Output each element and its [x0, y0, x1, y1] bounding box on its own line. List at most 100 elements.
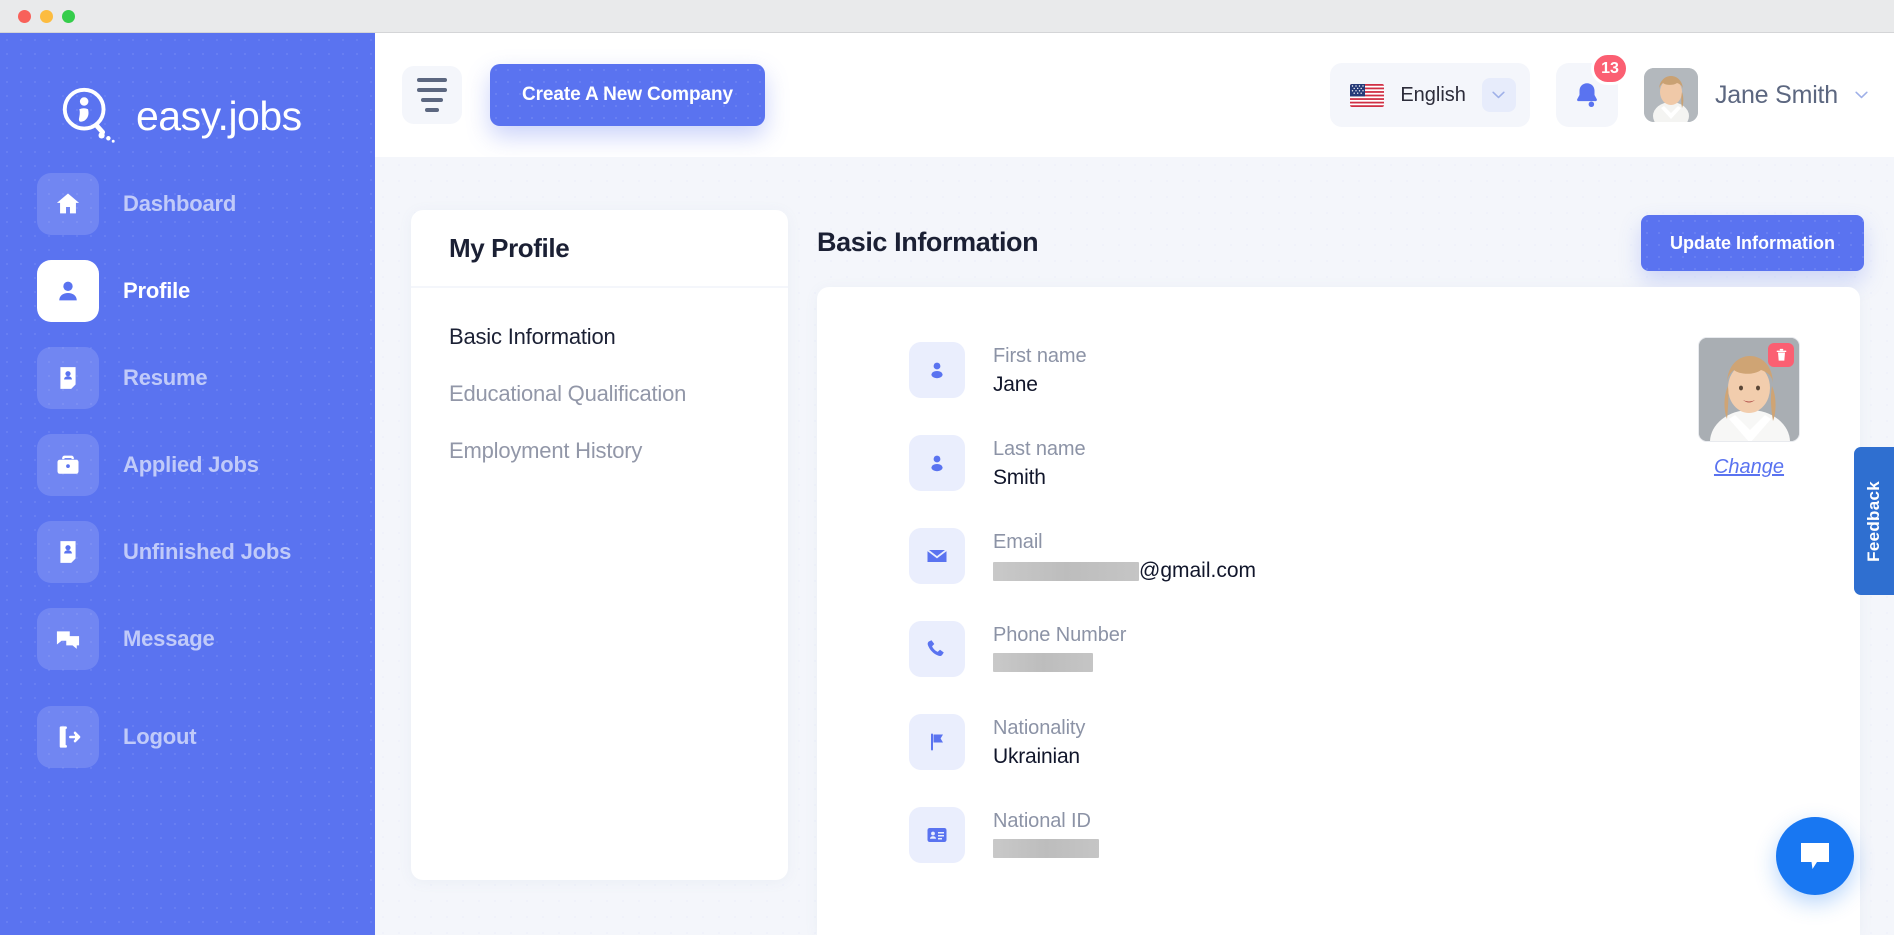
- sidebar-nav: Dashboard Profile Resume Applied Jobs Un…: [0, 173, 375, 695]
- sidebar-item-label: Message: [123, 626, 215, 651]
- language-selector[interactable]: English: [1330, 63, 1530, 127]
- field-nationality: Nationality Ukrainian: [909, 714, 1609, 770]
- hamburger-line: [417, 88, 447, 92]
- redacted-email-local-part: [993, 561, 1139, 581]
- field-label: Phone Number: [993, 624, 1127, 646]
- sidebar-item-label: Unfinished Jobs: [123, 539, 292, 564]
- field-label: National ID: [993, 810, 1091, 832]
- field-text: Last name Smith: [993, 435, 1086, 490]
- delete-photo-button[interactable]: [1768, 343, 1794, 367]
- page-title: My Profile: [449, 232, 570, 263]
- user-name: Jane Smith: [1714, 80, 1838, 109]
- field-text: First name Jane: [993, 342, 1087, 397]
- field-text: Nationality Ukrainian: [993, 714, 1085, 769]
- profile-nav-educational-qualification[interactable]: Educational Qualification: [449, 381, 788, 407]
- profile-section-nav: Basic Information Educational Qualificat…: [411, 288, 788, 464]
- create-new-company-button[interactable]: Create A New Company: [490, 64, 765, 126]
- sidebar-item-label: Resume: [123, 365, 208, 390]
- field-email: Email @gmail.com: [909, 528, 1609, 584]
- chat-bubble-icon: [1801, 843, 1829, 869]
- close-window-button[interactable]: [18, 10, 31, 23]
- logout-icon: [37, 706, 99, 768]
- id-card-icon: [909, 807, 965, 863]
- avatar: [1643, 68, 1698, 122]
- maximize-window-button[interactable]: [62, 10, 75, 23]
- brand-name: easy.jobs: [136, 92, 302, 139]
- redacted-national-id: [993, 839, 1099, 858]
- sidebar-item-label: Logout: [123, 724, 197, 749]
- window-titlebar: [0, 0, 1894, 33]
- basic-information-card: First name Jane Last name Smith Email @g…: [817, 287, 1860, 935]
- field-text: National ID: [993, 807, 1099, 862]
- update-information-button[interactable]: Update Information: [1641, 215, 1864, 271]
- field-text: Phone Number: [993, 621, 1126, 676]
- field-value: Smith: [993, 466, 1046, 489]
- flag-icon: [909, 714, 965, 770]
- section-title: Basic Information: [817, 227, 1039, 257]
- sidebar-item-resume[interactable]: Resume: [0, 347, 375, 409]
- user-menu[interactable]: Jane Smith: [1643, 68, 1868, 122]
- resume-icon: [37, 347, 99, 409]
- envelope-icon: [909, 528, 965, 584]
- sidebar-item-label: Applied Jobs: [123, 452, 259, 477]
- sidebar-item-label: Dashboard: [123, 191, 237, 216]
- sidebar-item-profile[interactable]: Profile: [0, 260, 375, 322]
- hamburger-line: [421, 98, 443, 102]
- profile-photo-block: Change: [1698, 337, 1800, 479]
- field-first-name: First name Jane: [909, 342, 1609, 398]
- topbar: Create A New Company English 13 Jane Smi…: [375, 33, 1894, 157]
- chat-widget-button[interactable]: [1776, 817, 1854, 895]
- user-icon: [909, 342, 965, 398]
- fields-list: First name Jane Last name Smith Email @g…: [909, 342, 1609, 900]
- notifications: 13: [1555, 52, 1629, 127]
- us-flag-icon: [1350, 83, 1385, 107]
- feedback-tab[interactable]: Feedback: [1854, 447, 1894, 595]
- field-text: Email @gmail.com: [993, 528, 1256, 583]
- field-label: First name: [993, 345, 1087, 367]
- profile-sidebar-card: My Profile Basic Information Educational…: [411, 210, 788, 880]
- user-icon: [909, 435, 965, 491]
- field-value-row: [993, 838, 1099, 862]
- sidebar-item-dashboard[interactable]: Dashboard: [0, 173, 375, 235]
- hamburger-line: [417, 78, 447, 82]
- notification-count-badge: 13: [1591, 52, 1629, 85]
- hamburger-icon[interactable]: [402, 66, 462, 124]
- sidebar-item-unfinished-jobs[interactable]: Unfinished Jobs: [0, 521, 375, 583]
- window-controls: [18, 10, 75, 23]
- chevron-down-icon[interactable]: [1855, 91, 1868, 99]
- chat-bubbles-icon: [37, 608, 99, 670]
- sidebar-item-label: Profile: [123, 278, 191, 303]
- user-icon: [37, 260, 99, 322]
- field-label: Nationality: [993, 717, 1086, 739]
- minimize-window-button[interactable]: [40, 10, 53, 23]
- sidebar-item-logout[interactable]: Logout: [0, 706, 375, 768]
- redacted-phone-number: [993, 653, 1093, 672]
- briefcase-icon: [37, 434, 99, 496]
- change-photo-link[interactable]: Change: [1698, 456, 1800, 479]
- profile-nav-employment-history[interactable]: Employment History: [449, 438, 788, 464]
- brand-logo-area[interactable]: easy.jobs: [58, 85, 302, 147]
- field-label: Last name: [993, 438, 1086, 460]
- profile-card-header: My Profile: [411, 210, 788, 288]
- content-area: My Profile Basic Information Educational…: [375, 157, 1894, 935]
- field-value: Ukrainian: [993, 745, 1080, 768]
- field-phone-number: Phone Number: [909, 621, 1609, 677]
- app-window: easy.jobs Dashboard Profile Resume Appli…: [0, 0, 1894, 935]
- profile-nav-basic-information[interactable]: Basic Information: [449, 324, 788, 350]
- field-value-row: [993, 652, 1126, 676]
- topbar-right-group: English 13 Jane Smith: [1330, 52, 1868, 127]
- magnifier-person-logo-icon: [62, 87, 115, 143]
- field-value-row: @gmail.com: [993, 559, 1256, 583]
- field-last-name: Last name Smith: [909, 435, 1609, 491]
- main-area: Create A New Company English 13 Jane Smi…: [375, 33, 1894, 935]
- feedback-tab-label: Feedback: [1864, 480, 1883, 562]
- chevron-down-icon[interactable]: [1481, 78, 1516, 112]
- field-value: Jane: [993, 373, 1038, 396]
- sidebar-item-message[interactable]: Message: [0, 608, 375, 670]
- sidebar-item-applied-jobs[interactable]: Applied Jobs: [0, 434, 375, 496]
- profile-photo: [1698, 337, 1800, 442]
- language-label: English: [1400, 83, 1466, 106]
- home-icon: [37, 173, 99, 235]
- sidebar: easy.jobs Dashboard Profile Resume Appli…: [0, 33, 375, 935]
- hamburger-line: [425, 108, 439, 112]
